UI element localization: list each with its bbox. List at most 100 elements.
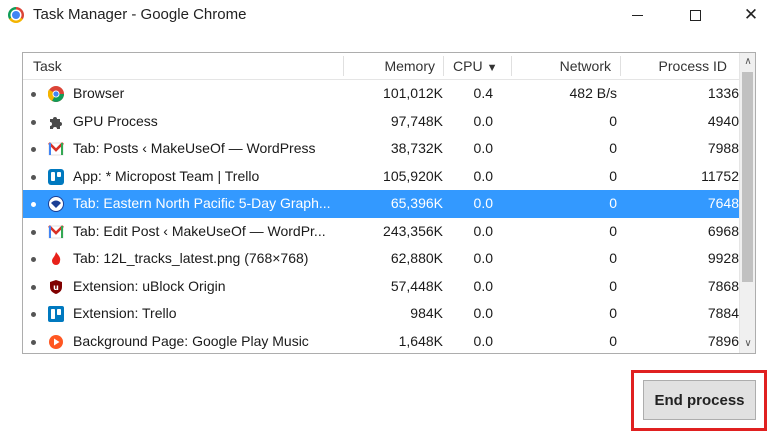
task-process-id: 9928 [707, 250, 739, 266]
row-bullet [31, 229, 36, 235]
sort-descending-icon: ▼ [486, 62, 498, 74]
task-network: 0 [609, 195, 617, 211]
task-cpu: 0.0 [473, 112, 493, 129]
task-name: Tab: Posts ‹ MakeUseOf — WordPress [73, 140, 316, 156]
task-network: 0 [609, 305, 617, 321]
task-network: 482 B/s [569, 85, 617, 101]
column-header-cpu-label: CPU [453, 58, 483, 74]
column-header-network[interactable]: Network [560, 53, 611, 79]
task-memory: 62,880K [390, 250, 443, 266]
task-row[interactable]: Background Page: Google Play Music 1,648K… [23, 328, 739, 354]
column-divider[interactable] [343, 56, 344, 76]
task-row[interactable]: Browser 101,012K 0.4 482 B/s 1336 [23, 80, 739, 108]
task-network: 0 [609, 277, 617, 294]
chrome-icon [8, 7, 24, 23]
svg-text:u: u [53, 283, 59, 292]
scroll-thumb[interactable] [742, 72, 753, 282]
task-memory: 65,396K [390, 195, 443, 211]
row-bullet [31, 284, 36, 290]
task-row[interactable]: App: * Micropost Team | Trello 105,920K 0.… [23, 163, 739, 191]
title-bar: Task Manager - Google Chrome ✕ [0, 0, 770, 30]
task-name: Extension: Trello [73, 305, 177, 321]
column-divider[interactable] [443, 56, 444, 76]
task-row[interactable]: Tab: Posts ‹ MakeUseOf — WordPress 38,732… [23, 135, 739, 163]
row-bullet [31, 119, 36, 125]
task-row[interactable]: Tab: 12L_tracks_latest.png (768×768) 62,8… [23, 245, 739, 273]
task-process-id: 11752 [701, 167, 739, 184]
row-bullet [31, 92, 36, 97]
task-name: Extension: uBlock Origin [73, 277, 226, 294]
maximize-button[interactable] [672, 0, 718, 30]
column-divider[interactable] [620, 56, 621, 76]
puzzle-icon [47, 113, 65, 131]
task-memory: 1,648K [398, 332, 443, 349]
task-memory: 57,448K [390, 277, 443, 294]
task-row[interactable]: Tab: Edit Post ‹ MakeUseOf — WordPr... 24… [23, 218, 739, 246]
task-table: Task Memory CPU ▼ Network Process ID Brow… [22, 52, 756, 354]
vertical-scrollbar[interactable]: ∧ ∨ [739, 53, 755, 353]
minimize-icon [631, 14, 643, 16]
table-header: Task Memory CPU ▼ Network Process ID [23, 53, 739, 80]
play-music-icon [47, 333, 65, 351]
row-bullet [31, 174, 36, 180]
task-memory: 101,012K [383, 85, 443, 101]
task-cpu: 0.0 [473, 167, 493, 184]
task-name: Tab: Edit Post ‹ MakeUseOf — WordPr... [73, 222, 326, 239]
task-row[interactable]: Tab: Eastern North Pacific 5-Day Graph..… [23, 190, 739, 218]
row-bullet [31, 339, 36, 345]
row-bullet [31, 147, 36, 152]
window-title: Task Manager - Google Chrome [33, 6, 247, 23]
task-row[interactable]: GPU Process 97,748K 0.0 0 4940 [23, 108, 739, 136]
task-name: Background Page: Google Play Music [73, 332, 309, 349]
trello-icon [47, 305, 65, 323]
trello-app-icon [47, 168, 65, 186]
task-network: 0 [609, 140, 617, 156]
task-process-id: 7648 [707, 195, 739, 211]
column-header-cpu[interactable]: CPU ▼ [453, 53, 497, 79]
task-cpu: 0.0 [473, 195, 493, 211]
task-name: Tab: Eastern North Pacific 5-Day Graph..… [73, 195, 331, 211]
row-bullet [31, 257, 36, 262]
flame-icon [47, 250, 65, 268]
row-bullet [31, 312, 36, 317]
task-process-id: 1336 [707, 85, 739, 101]
chrome-icon [47, 85, 65, 103]
task-cpu: 0.0 [473, 305, 493, 321]
task-list: Browser 101,012K 0.4 482 B/s 1336 GPU Process… [23, 80, 739, 354]
task-network: 0 [609, 332, 617, 349]
close-button[interactable]: ✕ [728, 0, 770, 30]
task-name: App: * Micropost Team | Trello [73, 167, 260, 184]
task-memory: 38,732K [390, 140, 443, 156]
task-network: 0 [609, 222, 617, 239]
task-name: Browser [73, 85, 125, 101]
task-cpu: 0.0 [473, 332, 493, 349]
task-row[interactable]: Extension: Trello 984K 0.0 0 7884 [23, 300, 739, 328]
task-process-id: 7988 [707, 140, 739, 156]
task-memory: 243,356K [383, 222, 443, 239]
task-cpu: 0.0 [473, 277, 493, 294]
close-icon: ✕ [743, 4, 759, 25]
column-header-memory[interactable]: Memory [384, 53, 435, 79]
maximize-icon [689, 9, 701, 21]
scroll-down-icon[interactable]: ∨ [740, 335, 755, 351]
task-cpu: 0.0 [473, 140, 493, 156]
task-name: Tab: 12L_tracks_latest.png (768×768) [73, 250, 309, 266]
row-bullet [31, 202, 36, 207]
minimize-button[interactable] [614, 0, 660, 30]
task-name: GPU Process [73, 112, 158, 129]
task-process-id: 4940 [707, 112, 739, 129]
task-process-id: 7868 [707, 277, 739, 294]
task-network: 0 [609, 250, 617, 266]
task-memory: 97,748K [390, 112, 443, 129]
task-network: 0 [609, 167, 617, 184]
task-process-id: 7884 [707, 305, 739, 321]
end-process-button[interactable]: End process [643, 380, 756, 420]
ublock-icon: u [47, 278, 65, 296]
wordpress-mail-icon [47, 223, 65, 241]
scroll-up-icon[interactable]: ∧ [740, 53, 755, 69]
column-header-process-id[interactable]: Process ID [659, 53, 727, 79]
column-divider[interactable] [511, 56, 512, 76]
column-header-task[interactable]: Task [33, 53, 62, 79]
task-memory: 105,920K [383, 167, 443, 184]
task-row[interactable]: u Extension: uBlock Origin 57,448K 0.0 0 7868 [23, 273, 739, 301]
